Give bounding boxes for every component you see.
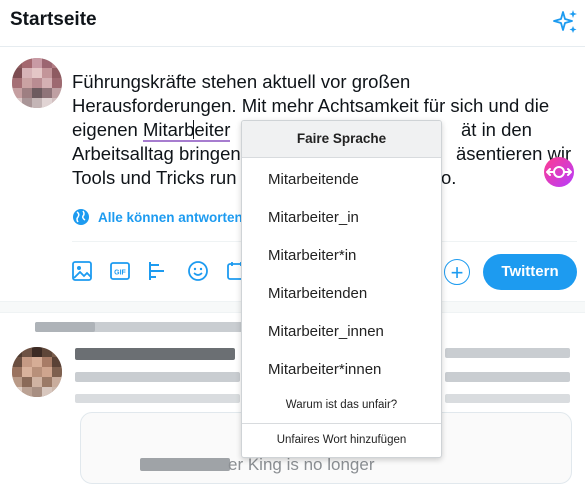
suggestion-item[interactable]: Mitarbeiter*innen bbox=[268, 361, 381, 378]
add-tweet-button[interactable]: + bbox=[444, 259, 470, 285]
gif-icon[interactable]: GIF bbox=[109, 260, 131, 282]
popup-title: Faire Sprache bbox=[242, 121, 441, 158]
add-unfair-word-button[interactable]: Unfaires Wort hinzufügen bbox=[242, 434, 441, 446]
tweet-button[interactable]: Twittern bbox=[483, 254, 577, 290]
feed-avatar[interactable] bbox=[12, 347, 62, 397]
suggestion-item[interactable]: Mitarbeitenden bbox=[268, 285, 367, 302]
suggestion-item[interactable]: Mitarbeiter*in bbox=[268, 247, 356, 264]
why-unfair-link[interactable]: Warum ist das unfair? bbox=[242, 399, 441, 411]
user-avatar[interactable] bbox=[12, 58, 62, 108]
text-line-tail: o. bbox=[441, 167, 457, 188]
suggestion-item[interactable]: Mitarbeiter_innen bbox=[268, 323, 384, 340]
poll-icon[interactable] bbox=[147, 260, 169, 282]
image-icon[interactable] bbox=[71, 260, 93, 282]
quoted-tweet-text: er King is no longer bbox=[228, 455, 375, 474]
blurred-text bbox=[445, 372, 570, 382]
blurred-text bbox=[140, 458, 230, 471]
svg-text:GIF: GIF bbox=[114, 270, 126, 277]
fair-language-popup: Faire Sprache Mitarbeitende Mitarbeiter_… bbox=[241, 120, 442, 458]
blurred-text bbox=[445, 394, 570, 403]
blurred-text bbox=[75, 372, 240, 382]
suggestion-item[interactable]: Mitarbeitende bbox=[268, 171, 359, 188]
blurred-text bbox=[445, 348, 570, 358]
page-title: Startseite bbox=[10, 9, 97, 30]
blurred-text bbox=[35, 322, 95, 332]
reply-setting-label: Alle können antworten bbox=[98, 209, 243, 225]
text-line-tail: ät in den bbox=[461, 119, 532, 140]
blurred-text bbox=[75, 394, 240, 403]
text-line: Führungskräfte stehen aktuell vor großen bbox=[72, 71, 411, 92]
text-line: Herausforderungen. Mit mehr Achtsamkeit … bbox=[72, 95, 550, 116]
blurred-text bbox=[75, 348, 235, 360]
globe-icon bbox=[73, 209, 89, 225]
text-line: eigenen Mitarbeiter bbox=[72, 119, 231, 142]
text-line: Arbeitsalltag bringen bbox=[72, 143, 241, 164]
suggestion-item[interactable]: Mitarbeiter_in bbox=[268, 209, 359, 226]
flagged-word[interactable]: Mitarbeiter bbox=[142, 119, 231, 142]
reply-setting[interactable]: Alle können antworten bbox=[72, 204, 243, 230]
emoji-icon[interactable] bbox=[187, 260, 209, 282]
text-line: Tools und Tricks run bbox=[72, 167, 237, 188]
popup-divider bbox=[242, 423, 441, 424]
fair-language-extension-badge[interactable] bbox=[544, 157, 574, 187]
extension-icon bbox=[546, 166, 572, 178]
sparkle-icon[interactable] bbox=[553, 9, 579, 35]
